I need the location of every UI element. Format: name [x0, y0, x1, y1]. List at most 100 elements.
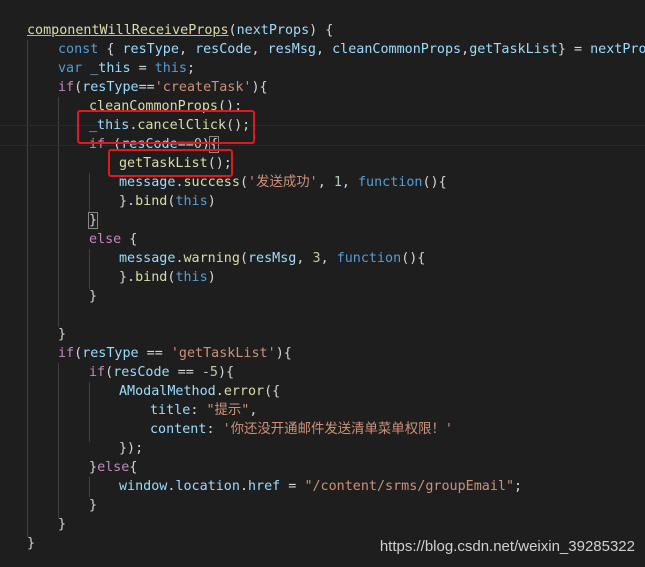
- code-token: function: [358, 175, 423, 190]
- indent-guide: [58, 363, 59, 518]
- code-token: this: [175, 194, 208, 209]
- code-line-22: });: [119, 439, 143, 458]
- watermark-text: https://blog.csdn.net/weixin_39285322: [379, 538, 635, 555]
- code-token: ) {: [309, 23, 334, 38]
- code-token: ){: [275, 346, 292, 361]
- code-token: success: [183, 175, 240, 190]
- code-token: ==: [138, 80, 155, 95]
- code-token: _this: [90, 61, 131, 76]
- code-token: message: [119, 175, 176, 190]
- code-token: 'createTask': [154, 80, 252, 95]
- code-token: resType: [82, 80, 139, 95]
- code-token: :: [190, 403, 207, 418]
- code-line-26: }: [58, 515, 66, 534]
- code-token: if: [89, 365, 106, 380]
- code-token: ==: [169, 365, 202, 380]
- code-line-17: if(resType == 'getTaskList'){: [58, 344, 292, 363]
- code-line-2: const { resType, resCode, resMsg, cleanC…: [58, 40, 645, 59]
- code-token: ,: [251, 42, 268, 57]
- code-token: if: [58, 346, 75, 361]
- indent-guide: [27, 40, 28, 537]
- code-token: nextProps: [590, 42, 645, 57]
- code-token: ): [207, 270, 216, 285]
- code-token: ,: [320, 251, 337, 266]
- code-token: ): [207, 194, 216, 209]
- indent-guide: [89, 477, 90, 497]
- code-token: '发送成功': [248, 175, 318, 190]
- code-token: ){: [251, 80, 268, 95]
- indent-guide: [89, 382, 90, 442]
- code-token: }: [89, 460, 98, 475]
- code-token: :: [206, 422, 223, 437]
- code-token: (: [239, 251, 248, 266]
- code-token: }: [58, 327, 67, 342]
- highlight-box-get-task-list: [108, 149, 233, 177]
- code-token: }.: [119, 194, 136, 209]
- code-token: cleanCommonProps: [332, 42, 462, 57]
- code-token: (: [74, 346, 83, 361]
- code-line-25: }: [89, 496, 97, 515]
- code-token: {: [98, 42, 123, 57]
- code-line-1: componentWillReceiveProps(nextProps) {: [27, 21, 333, 40]
- code-token: bind: [135, 194, 168, 209]
- code-token: {: [121, 232, 138, 247]
- code-token: =: [280, 479, 305, 494]
- code-line-4: if(resType=='createTask'){: [58, 78, 268, 97]
- code-token: "/content/srms/groupEmail": [304, 479, 515, 494]
- code-line-16: }: [58, 325, 66, 344]
- code-line-13: message.warning(resMsg, 3, function(){: [119, 249, 425, 268]
- highlight-box-cancel-click: [77, 110, 255, 144]
- code-token: resCode: [113, 365, 170, 380]
- code-token: }: [89, 289, 98, 304]
- code-token: else: [97, 460, 130, 475]
- code-token: const: [58, 42, 99, 57]
- code-line-23: }else{: [89, 458, 137, 477]
- code-token: ,: [316, 42, 333, 57]
- code-line-11: }: [87, 211, 99, 230]
- code-token: (: [239, 175, 248, 190]
- code-token: }: [89, 498, 98, 513]
- code-token: ,: [341, 175, 358, 190]
- code-token: }.: [119, 270, 136, 285]
- code-token: (){: [401, 251, 426, 266]
- code-token: }: [87, 212, 99, 229]
- code-token: else: [89, 232, 122, 247]
- code-token: function: [336, 251, 402, 266]
- code-token: "提示": [206, 403, 250, 418]
- code-token: }: [27, 536, 36, 551]
- code-token: ,: [249, 403, 258, 418]
- code-token: getTaskList: [469, 42, 558, 57]
- code-token: .: [215, 384, 224, 399]
- code-token: content: [150, 422, 207, 437]
- code-token: {: [129, 460, 138, 475]
- code-line-15: }: [89, 287, 97, 306]
- indent-guide: [89, 173, 90, 213]
- code-line-10: }.bind(this): [119, 192, 216, 211]
- code-token: .: [175, 175, 184, 190]
- code-line-19: AModalMethod.error({: [119, 382, 280, 401]
- code-token: ,: [461, 42, 470, 57]
- code-editor[interactable]: componentWillReceiveProps(nextProps) { c…: [0, 0, 645, 567]
- code-token: ==: [138, 346, 171, 361]
- code-token: }: [58, 517, 67, 532]
- code-token: 3: [312, 251, 321, 266]
- code-token: this: [175, 270, 208, 285]
- code-token: (){: [422, 175, 447, 190]
- code-token: } =: [557, 42, 591, 57]
- code-token: ,: [178, 42, 196, 57]
- code-token: =: [130, 61, 155, 76]
- code-line-21: content: '你还没开通邮件发送清单菜单权限！': [150, 420, 453, 439]
- code-token: componentWillReceiveProps: [27, 23, 229, 38]
- code-token: (: [228, 23, 237, 38]
- code-token: if: [58, 80, 75, 95]
- code-token: 1: [333, 175, 342, 190]
- code-token: resType: [122, 42, 179, 57]
- code-line-24: window.location.href = "/content/srms/gr…: [119, 477, 522, 496]
- indent-guide: [89, 249, 90, 289]
- code-token: var: [58, 61, 83, 76]
- code-token: error: [223, 384, 265, 399]
- code-token: ;: [187, 61, 196, 76]
- code-line-20: title: "提示",: [150, 401, 257, 420]
- code-line-18: if(resCode == -5){: [89, 363, 234, 382]
- code-token: .: [175, 251, 184, 266]
